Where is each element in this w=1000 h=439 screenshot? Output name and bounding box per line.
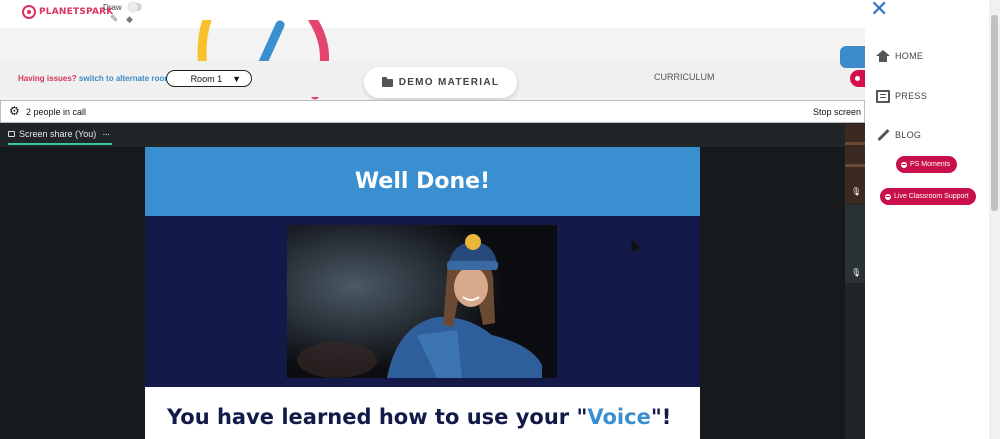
- folder-icon: [381, 76, 393, 87]
- footer-highlight: Voice: [587, 405, 651, 429]
- participant-video-1[interactable]: 🎙: [845, 124, 865, 204]
- nav-press-label: PRESS: [895, 91, 928, 101]
- slide-footer: You have learned how to use your "Voice"…: [145, 387, 700, 439]
- nav-press[interactable]: PRESS: [876, 88, 927, 104]
- nav-home[interactable]: HOME: [876, 48, 923, 64]
- demo-material-button[interactable]: DEMO MATERIAL: [364, 67, 517, 98]
- stop-screen-button[interactable]: Stop screen: [813, 107, 861, 117]
- ps-moments-label: PS Moments: [910, 161, 951, 168]
- screen-share-tab[interactable]: Screen share (You) ···: [8, 129, 113, 145]
- alternate-room-link[interactable]: switch to alternate room: [79, 74, 171, 83]
- top-header: PLANETSPARK Draw ✎ ◆: [0, 0, 865, 28]
- slide-header: Well Done!: [145, 147, 700, 216]
- shared-slide: Well Done! You have learned how to use y…: [145, 147, 700, 439]
- home-icon: [876, 49, 890, 63]
- celebration-photo: [287, 225, 557, 378]
- nav-blog-label: BLOG: [895, 130, 922, 140]
- scrollbar-thumb[interactable]: [991, 15, 998, 211]
- press-icon: [876, 89, 890, 103]
- caret-down-icon: ▼: [232, 73, 241, 84]
- call-bar: ⚙ 2 people in call Stop screen: [0, 100, 865, 123]
- issues-label: Having issues?: [18, 74, 77, 83]
- participant-video-2[interactable]: 🎙: [845, 205, 865, 283]
- draw-toggle[interactable]: [128, 2, 142, 12]
- curriculum-tab[interactable]: CURRICULUM: [654, 72, 715, 82]
- right-nav-panel: ✕ HOME PRESS BLOG PS Moments Live Classr…: [865, 0, 989, 439]
- footer-suffix: "!: [650, 405, 672, 429]
- screen-share-label: Screen share (You): [19, 129, 97, 139]
- screen-share-icon: [8, 131, 15, 137]
- blog-icon: [876, 129, 890, 142]
- shelf-line: [845, 142, 865, 145]
- live-support-label: Live Classroom Support: [894, 193, 969, 200]
- pencil-icon[interactable]: ✎: [110, 15, 118, 25]
- footer-prefix: You have learned how to use your ": [167, 405, 588, 429]
- shelf-line: [845, 164, 865, 167]
- logo-mark-icon: [22, 5, 36, 19]
- planetspark-logo[interactable]: PLANETSPARK: [22, 5, 113, 19]
- mic-icon: 🎙: [851, 268, 862, 277]
- nav-home-label: HOME: [895, 51, 924, 61]
- issues-text: Having issues? switch to alternate room: [18, 74, 171, 83]
- app-window: PLANETSPARK Draw ✎ ◆ Having issues? swit…: [0, 0, 1000, 439]
- room-select-value: Room 1: [190, 73, 223, 84]
- side-tab[interactable]: [840, 46, 865, 68]
- close-circle-icon: [885, 193, 891, 200]
- people-count: 2 people in call: [26, 107, 87, 117]
- room-select[interactable]: Room 1 ▼: [166, 70, 252, 87]
- demo-material-label: DEMO MATERIAL: [398, 77, 500, 88]
- slide-title: Well Done!: [354, 169, 491, 194]
- page-scrollbar[interactable]: [989, 0, 1000, 439]
- more-options-icon[interactable]: ···: [102, 129, 110, 140]
- slide-footer-text: You have learned how to use your "Voice"…: [167, 405, 671, 429]
- photo-illustration: [287, 225, 557, 378]
- eraser-icon[interactable]: ◆: [126, 15, 133, 24]
- record-badge[interactable]: [850, 70, 865, 87]
- close-icon[interactable]: ✕: [870, 0, 894, 21]
- room-bar: Having issues? switch to alternate room …: [0, 46, 865, 98]
- nav-blog[interactable]: BLOG: [876, 127, 921, 143]
- gear-icon[interactable]: ⚙: [9, 105, 20, 117]
- close-circle-icon: [901, 161, 907, 168]
- live-classroom-support-button[interactable]: Live Classroom Support: [880, 188, 976, 205]
- mic-icon: 🎙: [851, 187, 862, 196]
- draw-label: Draw: [103, 3, 122, 12]
- ps-moments-button[interactable]: PS Moments: [896, 156, 958, 173]
